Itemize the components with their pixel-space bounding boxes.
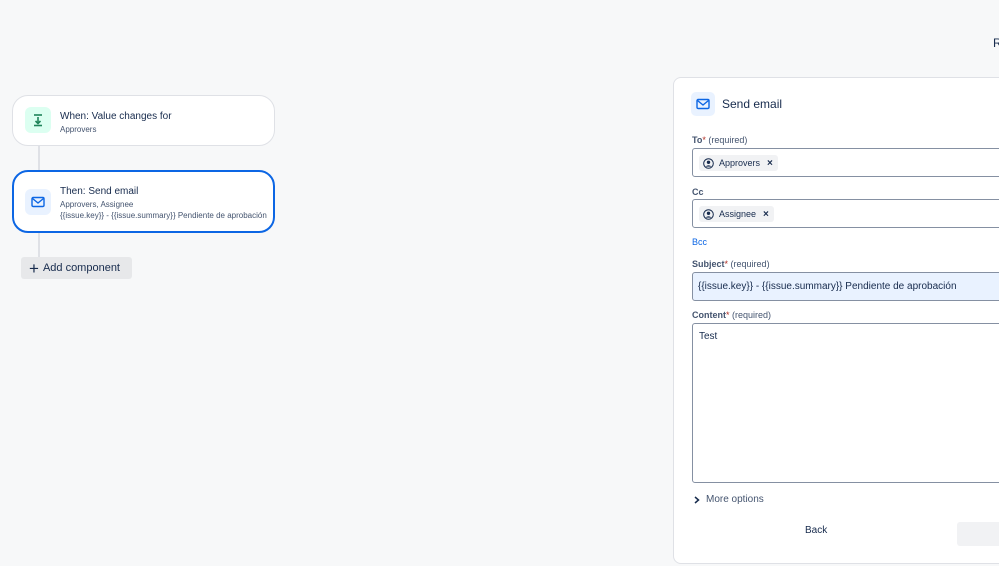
trigger-subtitle: Approvers — [60, 125, 97, 134]
recipient-chip: Approvers × — [699, 155, 778, 171]
action-recipients: Approvers, Assignee — [60, 200, 134, 209]
content-label: Content* (required) — [692, 310, 772, 320]
action-node-send-email[interactable]: Then: Send email Approvers, Assignee {{i… — [12, 170, 275, 233]
content-textarea[interactable]: Test — [692, 323, 999, 483]
send-email-panel: Send email To* (required) Approvers × Cc — [673, 77, 999, 564]
back-button[interactable]: Back — [805, 525, 827, 536]
trigger-title: When: Value changes for — [60, 111, 172, 122]
header-cut-text: R — [993, 36, 999, 50]
subject-label: Subject* (required) — [692, 259, 770, 269]
field-change-icon — [25, 107, 51, 133]
panel-title: Send email — [722, 97, 783, 111]
mail-icon — [691, 92, 715, 116]
subject-input[interactable]: {{issue.key}} - {{issue.summary}} Pendie… — [692, 272, 999, 301]
to-label: To* (required) — [692, 135, 748, 145]
user-avatar-icon — [703, 157, 714, 169]
add-component-label: Add component — [42, 262, 120, 274]
action-subject-preview: {{issue.key}} - {{issue.summary}} Pendie… — [60, 211, 267, 220]
user-avatar-icon — [703, 208, 714, 220]
flow-connector — [38, 146, 40, 170]
plus-icon: + — [29, 258, 39, 278]
bcc-link[interactable]: Bcc — [692, 237, 707, 247]
more-options-toggle[interactable]: More options — [694, 494, 764, 505]
cc-label: Cc — [692, 187, 704, 197]
next-button[interactable] — [957, 522, 999, 546]
trigger-node[interactable]: When: Value changes for Approvers — [12, 95, 275, 146]
add-component-button[interactable]: + Add component — [21, 257, 132, 279]
remove-chip-icon[interactable]: × — [763, 209, 769, 220]
chip-label: Approvers — [719, 158, 761, 168]
chevron-right-icon — [694, 495, 700, 504]
mail-icon — [25, 189, 51, 215]
recipient-chip: Assignee × — [699, 206, 774, 222]
remove-chip-icon[interactable]: × — [767, 158, 773, 169]
action-title: Then: Send email — [60, 186, 139, 197]
chip-label: Assignee — [719, 209, 757, 219]
cc-field[interactable]: Assignee × — [692, 199, 999, 228]
flow-connector — [38, 233, 40, 257]
to-field[interactable]: Approvers × — [692, 148, 999, 177]
more-options-label: More options — [706, 494, 764, 505]
